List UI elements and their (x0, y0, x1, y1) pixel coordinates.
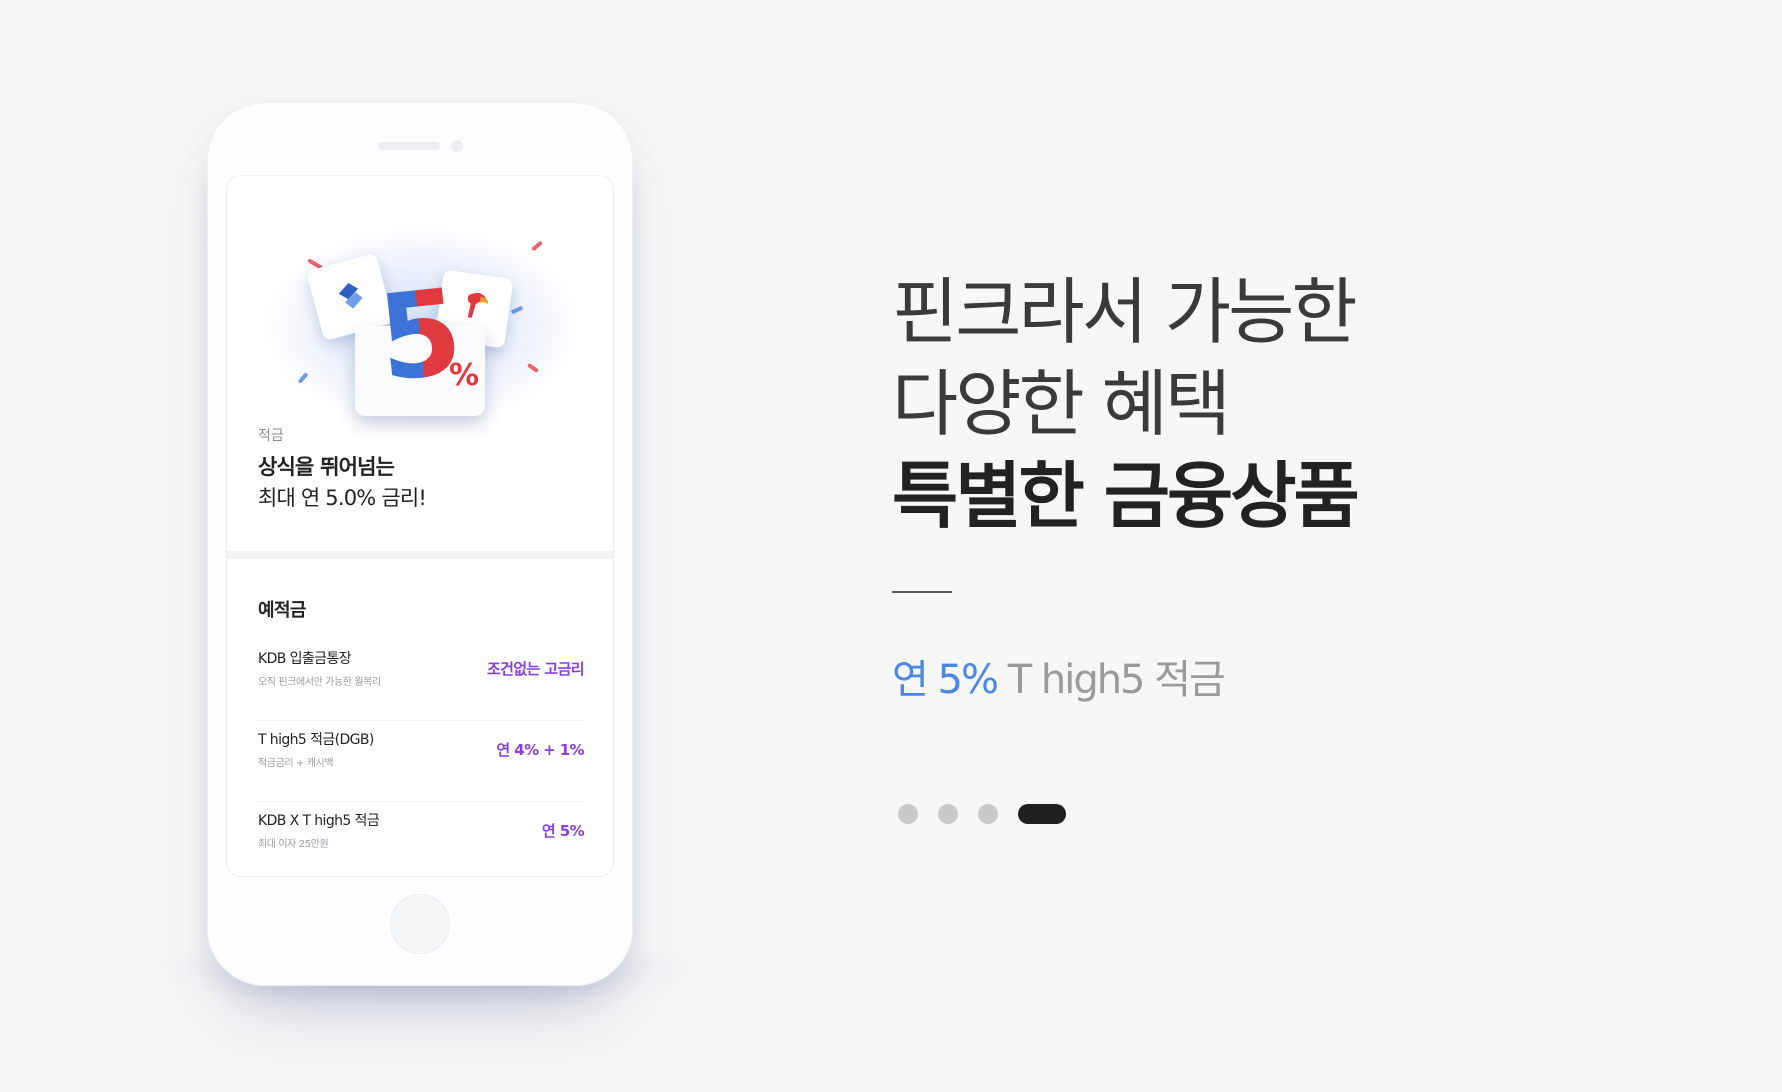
percent-sign-graphic: % (449, 358, 480, 393)
headline-line2: 다양한 혜택 (892, 362, 1231, 446)
product-name: KDB 입출금통장 (258, 651, 352, 667)
subtitle: 연 5% T high5 적금 (892, 647, 1226, 705)
phone-speaker (378, 142, 440, 150)
phone-home-button (390, 894, 450, 954)
product-row[interactable]: T high5 적금(DGB) 적금금리 + 캐시백 연 4% + 1% (258, 721, 585, 802)
card-category: 적금 (258, 428, 284, 444)
phone-camera (451, 140, 463, 152)
headline: 핀크라서 가능한 다양한 혜택 특별한 금융상품 (892, 266, 1360, 542)
product-rate: 조건없는 고금리 (486, 660, 585, 678)
phone-screen: 5 % 적금 상식을 뛰어넘는 최대 연 5.0% 금리! 예적금 KDB 입출… (227, 176, 613, 876)
section-title: 예적금 (258, 600, 306, 621)
subtitle-highlight: 연 5% (892, 657, 999, 703)
promo-card[interactable]: 5 % 적금 상식을 뛰어넘는 최대 연 5.0% 금리! (227, 176, 613, 551)
product-desc: 최대 이자 25만원 (258, 839, 329, 850)
carousel-pagination (898, 804, 1066, 824)
savings-section: 예적금 KDB 입출금통장 오직 핀크에서만 가능한 월복리 조건없는 고금리 … (258, 596, 585, 876)
headline-divider (892, 591, 952, 593)
subtitle-rest: T high5 적금 (996, 657, 1226, 703)
headline-line1: 핀크라서 가능한 (892, 270, 1358, 354)
product-row[interactable]: KDB 입출금통장 오직 핀크에서만 가능한 월복리 조건없는 고금리 (258, 640, 585, 721)
carousel-dot[interactable] (938, 804, 958, 824)
product-desc: 적금금리 + 캐시백 (258, 758, 334, 769)
card-title-line2: 최대 연 5.0% 금리! (258, 486, 427, 510)
card-title: 상식을 뛰어넘는 최대 연 5.0% 금리! (258, 452, 427, 514)
carousel-dot-active[interactable] (1018, 804, 1066, 824)
card-title-line1: 상식을 뛰어넘는 (258, 455, 395, 479)
carousel-dot[interactable] (898, 804, 918, 824)
product-name: KDB X T high5 적금 (258, 813, 380, 829)
section-divider (227, 551, 613, 559)
product-rate: 연 4% + 1% (496, 741, 584, 759)
headline-line3: 특별한 금융상품 (892, 454, 1360, 538)
product-row[interactable]: KDB X T high5 적금 최대 이자 25만원 연 5% (258, 802, 585, 876)
product-rate: 연 5% (541, 822, 585, 840)
carousel-dot[interactable] (978, 804, 998, 824)
product-name: T high5 적금(DGB) (258, 732, 374, 748)
product-desc: 오직 핀크에서만 가능한 월복리 (258, 677, 381, 688)
phone-mockup: 5 % 적금 상식을 뛰어넘는 최대 연 5.0% 금리! 예적금 KDB 입출… (207, 102, 633, 986)
